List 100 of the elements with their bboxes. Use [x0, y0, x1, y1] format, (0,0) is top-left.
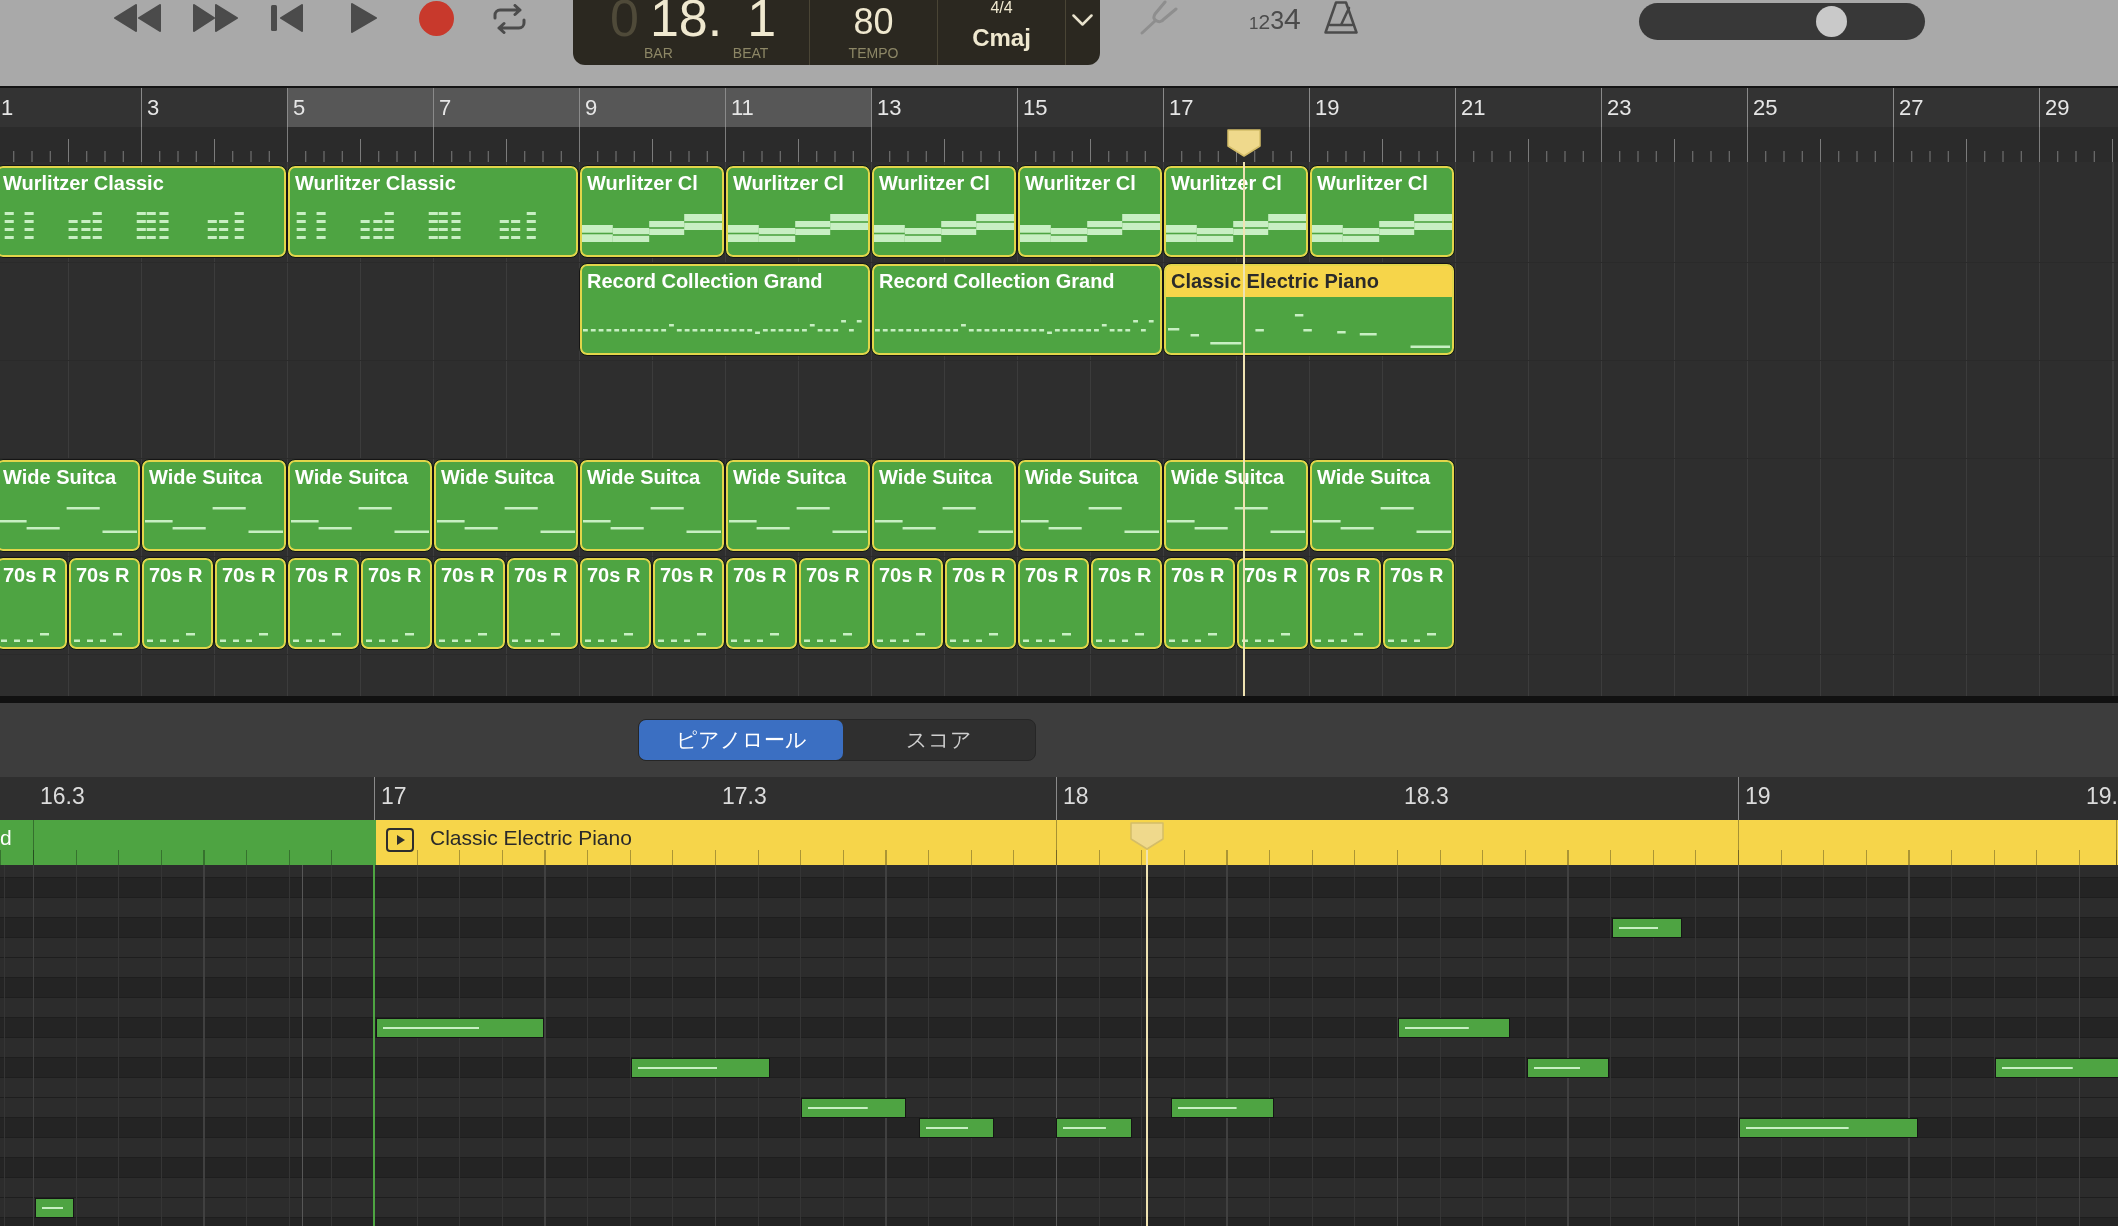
volume-slider[interactable] — [1638, 3, 1925, 40]
region[interactable]: 70s R — [871, 557, 944, 650]
bar-number: 5 — [293, 95, 306, 120]
beat-value[interactable]: 1 — [747, 0, 777, 36]
region[interactable]: Record Collection Grand — [579, 263, 871, 356]
region[interactable]: Wide Suitca — [0, 459, 141, 552]
region-label: Wide Suitca — [733, 465, 847, 489]
midi-note[interactable] — [1612, 918, 1682, 938]
region[interactable]: Wide Suitca — [871, 459, 1017, 552]
bar-number: 27 — [1899, 95, 1924, 120]
midi-note[interactable] — [919, 1118, 994, 1138]
region[interactable]: Wide Suitca — [579, 459, 725, 552]
playhead-handle[interactable] — [1130, 822, 1164, 850]
midi-note[interactable] — [1995, 1058, 2118, 1078]
midi-notes-icon — [291, 507, 429, 533]
region[interactable]: 70s R — [1382, 557, 1455, 650]
region[interactable]: Wurlitzer Cl — [1017, 165, 1163, 258]
region[interactable]: Wide Suitca — [725, 459, 871, 552]
region[interactable]: Classic Electric Piano — [1163, 263, 1455, 356]
region[interactable]: 70s R — [360, 557, 433, 650]
region[interactable]: Wide Suitca — [1309, 459, 1455, 552]
play-box-icon — [386, 828, 414, 852]
play-button[interactable] — [351, 3, 377, 33]
region[interactable]: 70s R — [1236, 557, 1309, 650]
editor-tab[interactable]: スコア — [843, 720, 1035, 760]
region[interactable]: Wide Suitca — [287, 459, 433, 552]
tempo-value[interactable]: 80 — [853, 4, 894, 40]
playhead-handle[interactable] — [1227, 129, 1261, 157]
midi-notes-icon — [1312, 214, 1452, 242]
midi-notes-icon — [1313, 507, 1451, 533]
midi-note[interactable] — [376, 1018, 544, 1038]
fast-forward-button[interactable] — [193, 4, 238, 32]
region[interactable]: Wurlitzer Classic — [0, 165, 287, 258]
midi-note[interactable] — [631, 1058, 770, 1078]
region-label: Wurlitzer Classic — [295, 171, 456, 195]
region[interactable]: Wurlitzer Cl — [871, 165, 1017, 258]
bar-value[interactable]: 18. — [649, 0, 723, 36]
region[interactable]: 70s R — [725, 557, 798, 650]
midi-note[interactable] — [1398, 1018, 1510, 1038]
region[interactable]: 70s R — [506, 557, 579, 650]
region[interactable]: Wide Suitca — [1017, 459, 1163, 552]
cycle-button[interactable] — [492, 4, 527, 34]
midi-notes-icon — [439, 633, 487, 642]
midi-notes-icon — [583, 507, 721, 533]
region-label: Wide Suitca — [295, 465, 409, 489]
midi-notes-icon — [875, 507, 1013, 533]
region[interactable]: 70s R — [1163, 557, 1236, 650]
region[interactable]: 70s R — [287, 557, 360, 650]
midi-note[interactable] — [1171, 1098, 1274, 1118]
region[interactable]: Wide Suitca — [433, 459, 579, 552]
region-label: 70s R — [1025, 563, 1079, 587]
region[interactable]: 70s R — [433, 557, 506, 650]
midi-notes-icon — [0, 507, 137, 533]
region[interactable]: 70s R — [214, 557, 287, 650]
region[interactable]: Wurlitzer Cl — [725, 165, 871, 258]
region-bar[interactable]: d — [0, 820, 374, 865]
region-label: Wide Suitca — [441, 465, 555, 489]
cycle-icon — [492, 4, 527, 34]
region-label: 70s R — [587, 563, 641, 587]
region[interactable]: 70s R — [944, 557, 1017, 650]
region-bar[interactable]: Classic Electric Piano — [374, 820, 2118, 865]
region[interactable]: 70s R — [1090, 557, 1163, 650]
region-label: Wurlitzer Classic — [3, 171, 164, 195]
midi-note[interactable] — [1056, 1118, 1132, 1138]
region-label: Wide Suitca — [3, 465, 117, 489]
slider-thumb[interactable] — [1816, 6, 1848, 37]
region[interactable]: 70s R — [1017, 557, 1090, 650]
region[interactable]: 70s R — [141, 557, 214, 650]
midi-note[interactable] — [801, 1098, 906, 1118]
time-signature[interactable]: 4/4 — [990, 0, 1013, 16]
region-label: Wurlitzer Cl — [879, 171, 990, 195]
midi-note[interactable] — [1527, 1058, 1609, 1078]
region[interactable]: 70s R — [0, 557, 68, 650]
region-label: 70s R — [1098, 563, 1152, 587]
region[interactable]: 70s R — [579, 557, 652, 650]
midi-note[interactable] — [1739, 1118, 1918, 1138]
go-to-start-button[interactable] — [271, 4, 303, 32]
region-label: Wide Suitca — [587, 465, 701, 489]
region[interactable]: 70s R — [1309, 557, 1382, 650]
rewind-button[interactable] — [114, 4, 161, 32]
region-label: d — [0, 826, 12, 850]
lcd-menu-button[interactable] — [1072, 14, 1093, 26]
region[interactable]: Wide Suitca — [141, 459, 287, 552]
region[interactable]: 70s R — [652, 557, 725, 650]
region[interactable]: Wurlitzer Cl — [579, 165, 725, 258]
region[interactable]: Record Collection Grand — [871, 263, 1163, 356]
key-value[interactable]: Cmaj — [972, 24, 1031, 52]
editor-tab[interactable]: ピアノロール — [639, 720, 843, 760]
region-label: 70s R — [879, 563, 933, 587]
region-label: 70s R — [660, 563, 714, 587]
metronome-button[interactable] — [1323, 1, 1358, 34]
midi-notes-icon — [582, 214, 722, 242]
count-in-button[interactable]: 1234 — [1249, 4, 1301, 34]
region[interactable]: Wurlitzer Classic — [287, 165, 579, 258]
region-label: Classic Electric Piano — [1171, 269, 1379, 293]
midi-notes-icon — [804, 633, 852, 642]
region[interactable]: 70s R — [798, 557, 871, 650]
region[interactable]: Wurlitzer Cl — [1309, 165, 1455, 258]
region[interactable]: 70s R — [68, 557, 141, 650]
midi-note[interactable] — [35, 1198, 74, 1218]
